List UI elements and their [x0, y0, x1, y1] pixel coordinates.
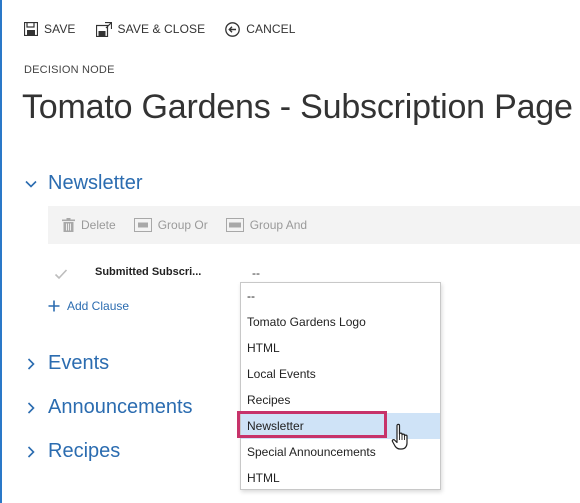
value-dropdown-list: -- Tomato Gardens Logo HTML Local Events…	[240, 282, 441, 490]
section-announcements[interactable]: Announcements	[24, 396, 193, 419]
dropdown-option[interactable]: HTML	[241, 465, 440, 491]
chevron-right-icon	[27, 445, 35, 458]
section-recipes[interactable]: Recipes	[24, 440, 120, 463]
page-title: Tomato Gardens - Subscription Page	[22, 88, 573, 126]
section-label: Newsletter	[48, 172, 143, 194]
chevron-right-icon	[27, 357, 35, 370]
clause-value-select[interactable]: --	[252, 266, 260, 280]
section-label: Announcements	[48, 396, 193, 418]
cancel-label: CANCEL	[246, 22, 296, 36]
group-and-label: Group And	[249, 218, 308, 232]
dropdown-option[interactable]: HTML	[241, 335, 440, 361]
save-and-close-button[interactable]: SAVE & CLOSE	[95, 21, 206, 37]
clause-row	[54, 264, 68, 284]
trash-icon	[62, 218, 75, 232]
save-close-label: SAVE & CLOSE	[117, 22, 206, 36]
left-accent-rule	[0, 0, 2, 503]
group-or-icon	[133, 218, 152, 232]
group-and-icon	[225, 218, 244, 232]
dropdown-option[interactable]: Tomato Gardens Logo	[241, 309, 440, 335]
section-label: Recipes	[48, 440, 121, 462]
dropdown-option[interactable]: Recipes	[241, 387, 440, 413]
group-or-button[interactable]: Group Or	[133, 218, 208, 232]
node-type-label: DECISION NODE	[24, 64, 115, 76]
hand-cursor-icon	[391, 423, 408, 450]
save-close-icon	[95, 21, 112, 37]
delete-label: Delete	[81, 218, 116, 232]
back-circle-icon	[225, 21, 241, 37]
cancel-button[interactable]: CANCEL	[225, 21, 296, 37]
add-clause-button[interactable]: Add Clause	[48, 299, 129, 313]
clause-field-name: Submitted Subscri...	[95, 266, 202, 278]
dropdown-option[interactable]: --	[241, 283, 440, 309]
save-icon	[24, 22, 38, 36]
save-label: SAVE	[44, 22, 76, 36]
group-and-button[interactable]: Group And	[225, 218, 308, 232]
command-bar: SAVE SAVE & CLOSE CANCEL	[24, 18, 316, 40]
add-clause-label: Add Clause	[67, 299, 130, 313]
section-events[interactable]: Events	[24, 352, 109, 375]
chevron-right-icon	[27, 401, 35, 414]
check-icon	[54, 269, 68, 280]
clause-toolbar: Delete Group Or Group And	[48, 206, 580, 244]
section-newsletter[interactable]: Newsletter	[24, 172, 142, 195]
plus-icon	[48, 300, 60, 312]
save-button[interactable]: SAVE	[24, 22, 76, 36]
selection-highlight-box	[237, 411, 387, 438]
section-label: Events	[48, 352, 110, 374]
group-or-label: Group Or	[157, 218, 208, 232]
delete-button[interactable]: Delete	[62, 218, 116, 232]
dropdown-option[interactable]: Local Events	[241, 361, 440, 387]
chevron-down-icon	[25, 180, 37, 188]
